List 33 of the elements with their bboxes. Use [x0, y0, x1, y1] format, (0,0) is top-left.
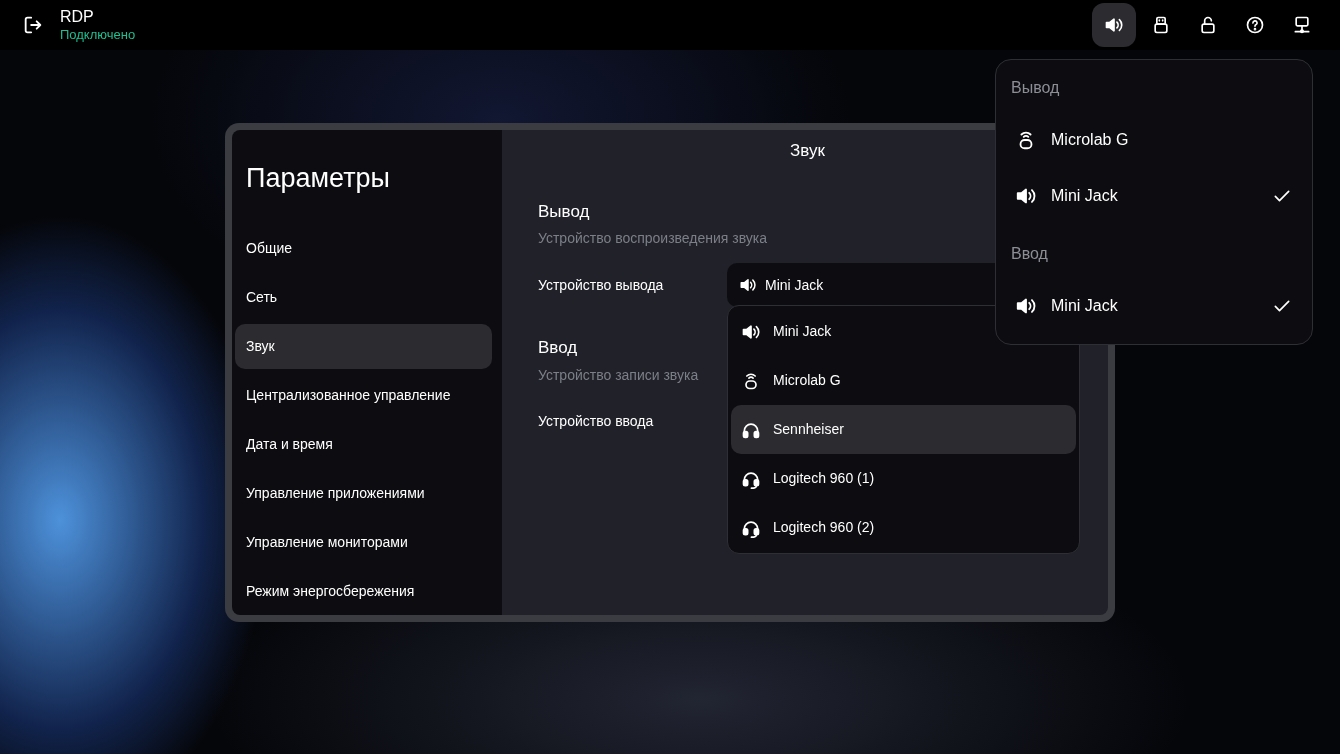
- menu-section-title: Вывод: [1010, 78, 1061, 98]
- sidebar-item[interactable]: Управление мониторами: [235, 519, 492, 565]
- sound-device-item[interactable]: Mini Jack: [996, 168, 1312, 224]
- sidebar-item[interactable]: Режим энергосбережения: [235, 568, 492, 614]
- field-label: Устройство ввода: [538, 412, 655, 431]
- section-subtitle: Устройство воспроизведения звука: [538, 229, 768, 248]
- section-title: Ввод: [538, 337, 578, 359]
- page-title: Звук: [790, 140, 825, 162]
- connection-status: Подключено: [60, 26, 136, 44]
- sidebar-item[interactable]: Общие: [235, 225, 492, 271]
- section-title: Вывод: [538, 200, 590, 223]
- section-subtitle: Устройство записи звука: [538, 365, 699, 385]
- settings-title: Параметры: [246, 162, 391, 195]
- connection-name: RDP: [60, 6, 95, 27]
- help-icon: [1245, 15, 1265, 35]
- device-option[interactable]: Sennheiser: [731, 405, 1076, 454]
- field-label: Устройство вывода: [538, 275, 665, 295]
- device-option[interactable]: Logitech 960 (1): [731, 454, 1076, 503]
- speaker-icon: [739, 276, 757, 294]
- device-option[interactable]: Logitech 960 (2): [731, 503, 1076, 552]
- sidebar-item[interactable]: Звук: [235, 323, 492, 369]
- sidebar-item[interactable]: Дата и время: [235, 421, 492, 467]
- menu-section-title: Ввод: [1010, 244, 1049, 264]
- exit-icon: [22, 14, 44, 36]
- sound-device-item[interactable]: Microlab G: [996, 112, 1312, 168]
- unlocked-padlock-icon: [1198, 15, 1218, 35]
- usb-drive-icon: [1151, 15, 1171, 35]
- device-option[interactable]: Microlab G: [731, 356, 1076, 405]
- sidebar-item[interactable]: Сеть: [235, 274, 492, 320]
- toolbar-button[interactable]: [1092, 3, 1136, 47]
- sidebar-item[interactable]: Управление приложениями: [235, 470, 492, 516]
- sidebar-item[interactable]: Централизованное управление: [235, 372, 492, 418]
- network-monitor-icon: [1292, 15, 1312, 35]
